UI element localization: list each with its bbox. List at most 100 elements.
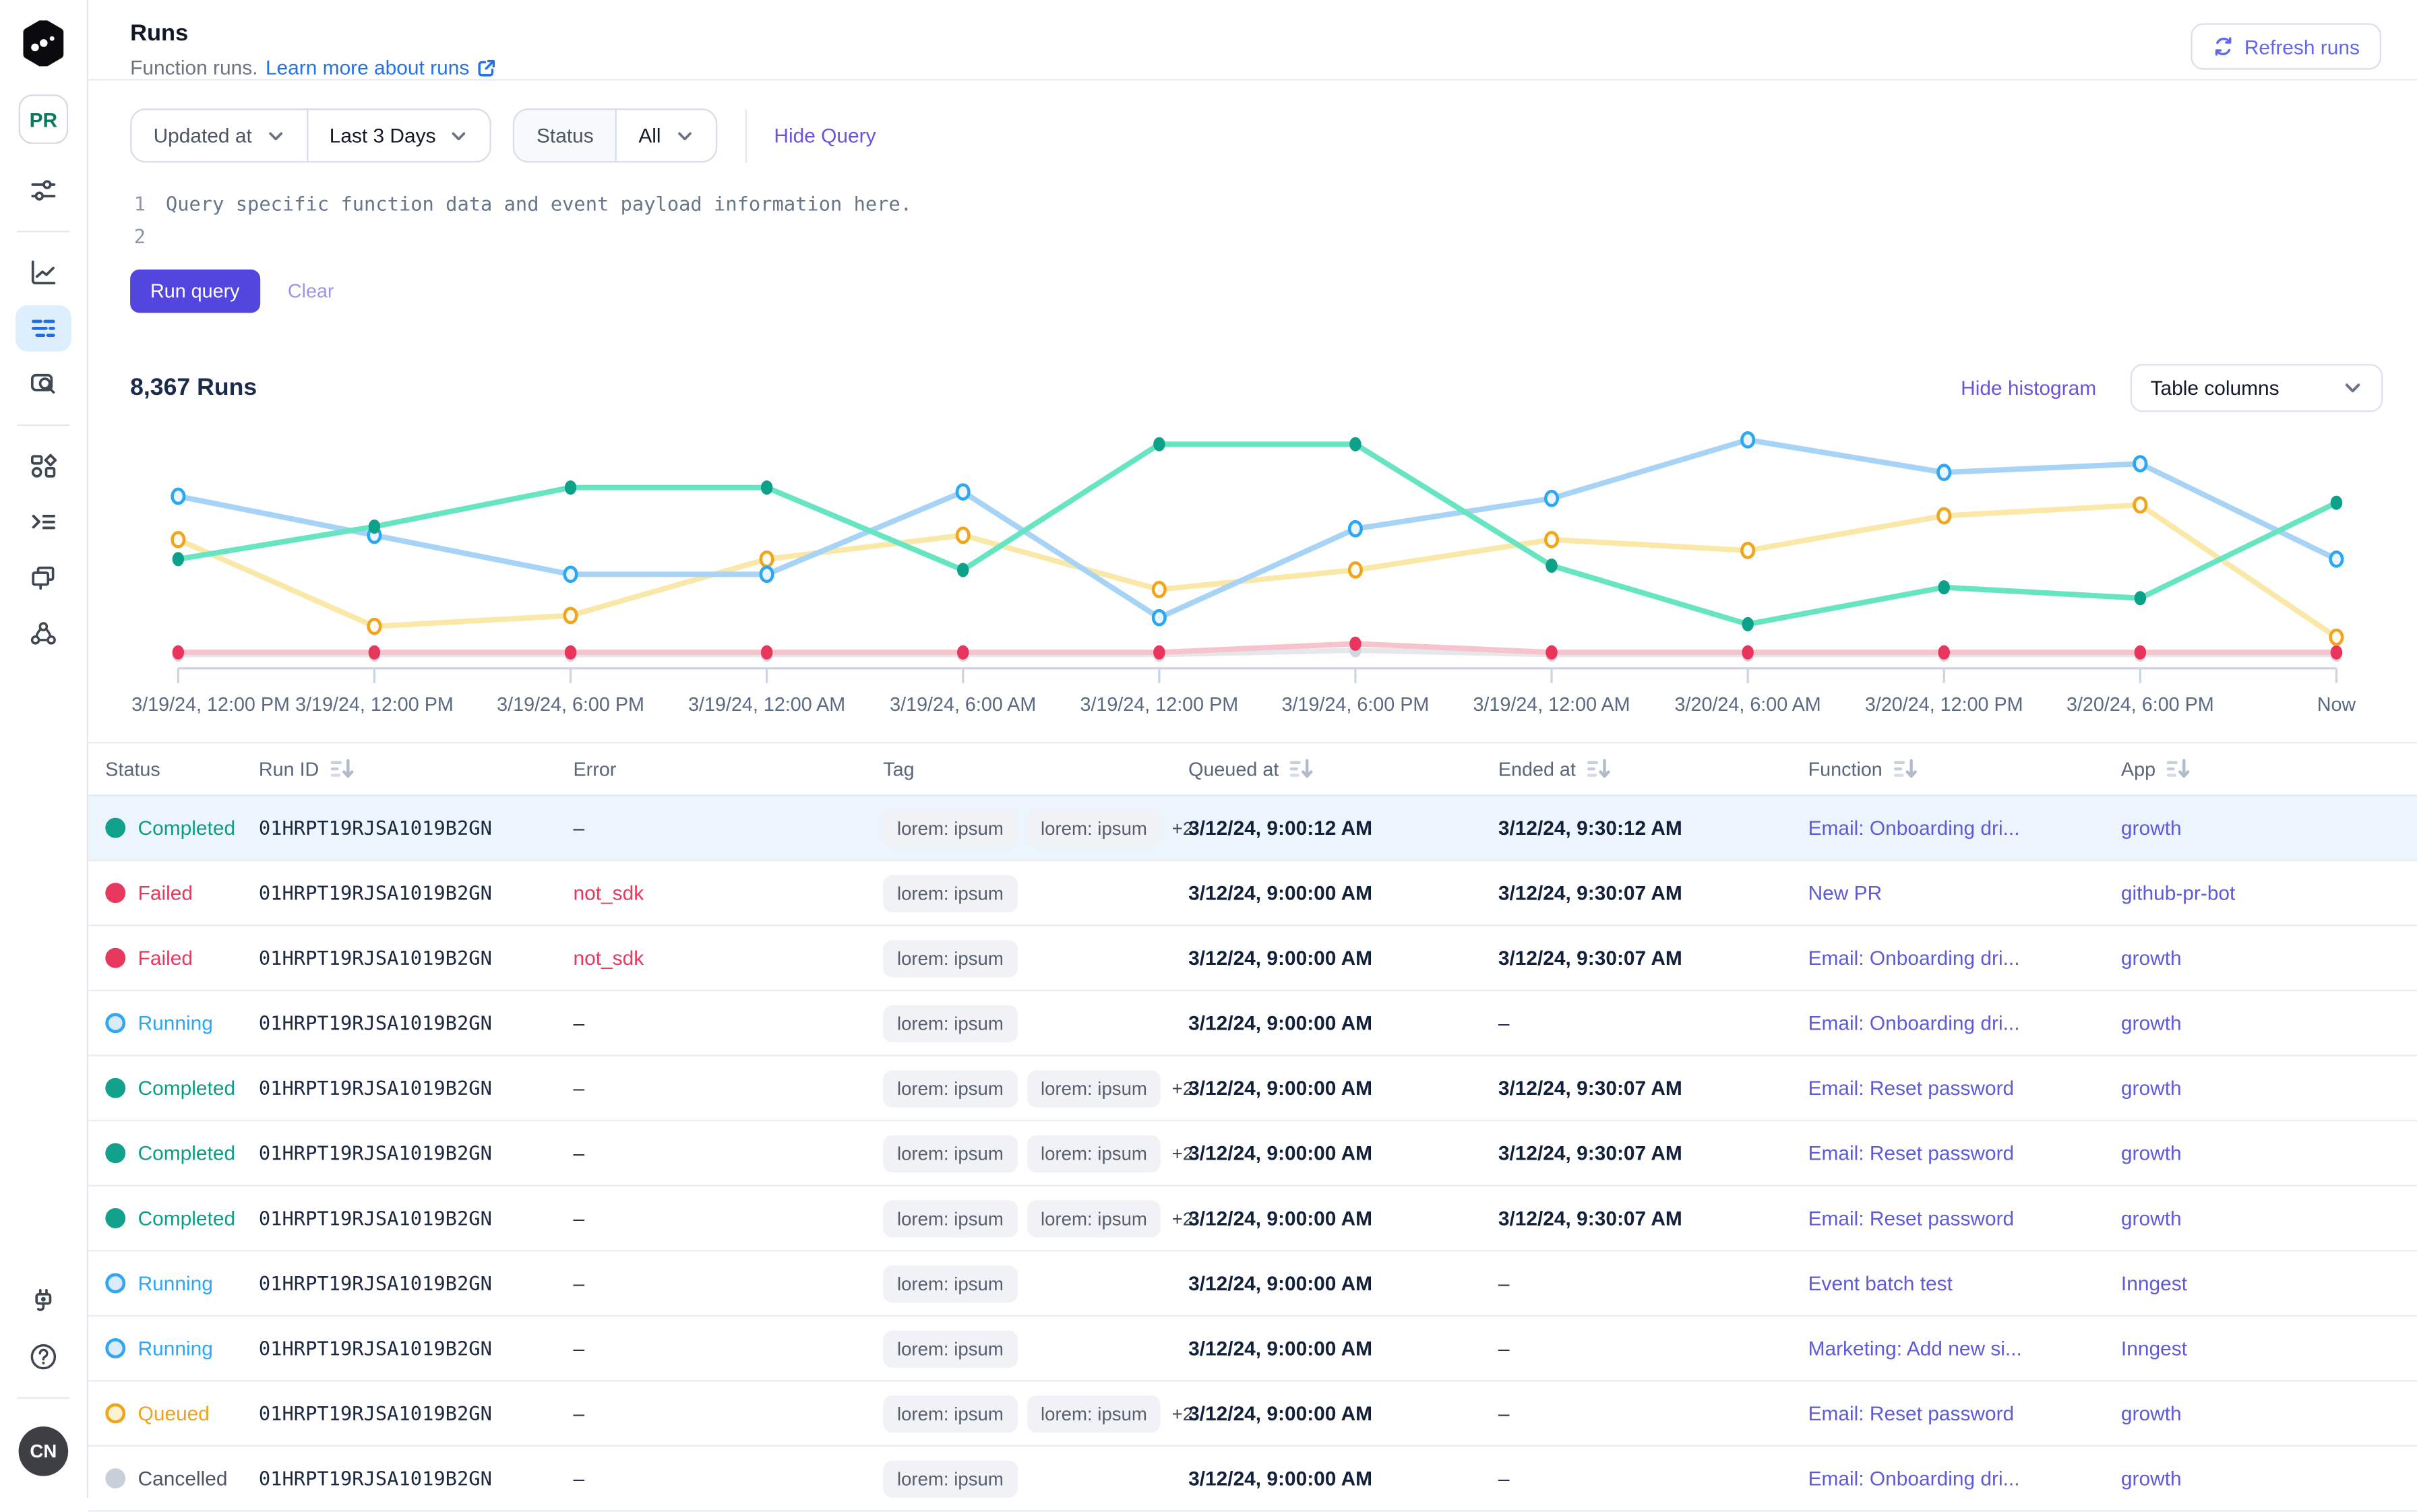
series-failed-point[interactable] xyxy=(1153,645,1165,660)
sort-icon[interactable] xyxy=(1893,757,1918,780)
table-row[interactable]: Queued 01HRPT19RJSA1019B2GN – lorem: ips… xyxy=(88,1381,2417,1447)
hide-query-link[interactable]: Hide Query xyxy=(774,124,876,147)
time-field-dropdown[interactable]: Updated at xyxy=(131,110,306,161)
series-failed-point[interactable] xyxy=(369,645,380,660)
series-running-point[interactable] xyxy=(761,567,772,581)
series-failed-point[interactable] xyxy=(1349,637,1361,651)
sidebar-item-integrations[interactable] xyxy=(16,1278,71,1324)
app-link[interactable]: growth xyxy=(2121,1401,2182,1424)
function-link[interactable]: Email: Reset password xyxy=(1808,1141,2015,1164)
run-query-button[interactable]: Run query xyxy=(130,270,259,313)
series-failed-point[interactable] xyxy=(173,645,184,660)
sidebar-item-help[interactable] xyxy=(16,1333,71,1380)
sort-icon[interactable] xyxy=(2166,757,2191,780)
sidebar-item-events[interactable] xyxy=(16,555,71,601)
sort-icon[interactable] xyxy=(1587,757,1612,780)
table-row[interactable]: Completed 01HRPT19RJSA1019B2GN – lorem: … xyxy=(88,1057,2417,1122)
function-link[interactable]: Email: Reset password xyxy=(1808,1207,2015,1230)
app-link[interactable]: growth xyxy=(2121,1077,2182,1100)
hide-histogram-link[interactable]: Hide histogram xyxy=(1961,377,2096,400)
column-header-ended-at[interactable]: Ended at xyxy=(1498,757,1808,780)
series-failed-point[interactable] xyxy=(957,645,969,660)
series-completed-point[interactable] xyxy=(565,480,576,495)
series-completed-point[interactable] xyxy=(761,480,772,495)
sort-icon[interactable] xyxy=(330,757,355,780)
clear-query-button[interactable]: Clear xyxy=(288,280,334,302)
series-running-point[interactable] xyxy=(1546,491,1557,505)
function-link[interactable]: Event batch test xyxy=(1808,1271,1953,1294)
series-completed-point[interactable] xyxy=(1349,437,1361,451)
workspace-badge[interactable]: PR xyxy=(19,94,69,144)
sidebar-item-runs[interactable] xyxy=(16,305,71,352)
series-failed-point[interactable] xyxy=(2331,645,2342,660)
series-queued-point[interactable] xyxy=(761,552,772,566)
series-queued-point[interactable] xyxy=(1349,563,1361,577)
series-failed-point[interactable] xyxy=(2135,645,2146,660)
series-queued-point[interactable] xyxy=(1546,532,1557,546)
series-completed-point[interactable] xyxy=(2331,496,2342,510)
series-running-point[interactable] xyxy=(1153,610,1165,625)
column-header-run-id[interactable]: Run ID xyxy=(259,757,574,780)
sidebar-item-settings[interactable] xyxy=(16,167,71,214)
series-running-point[interactable] xyxy=(1742,433,1753,447)
status-filter-dropdown[interactable]: All xyxy=(615,110,715,161)
series-failed-point[interactable] xyxy=(1938,645,1950,660)
app-link[interactable]: growth xyxy=(2121,1141,2182,1164)
series-queued-point[interactable] xyxy=(1153,582,1165,596)
function-link[interactable]: Email: Onboarding dri... xyxy=(1808,816,2020,839)
series-queued-point[interactable] xyxy=(173,532,184,546)
app-link[interactable]: growth xyxy=(2121,816,2182,839)
app-link[interactable]: growth xyxy=(2121,1467,2182,1490)
series-running-point[interactable] xyxy=(957,484,969,499)
function-link[interactable]: Email: Reset password xyxy=(1808,1401,2015,1424)
function-link[interactable]: Email: Onboarding dri... xyxy=(1808,1467,2020,1490)
table-row[interactable]: Failed 01HRPT19RJSA1019B2GN not_sdk lore… xyxy=(88,861,2417,926)
table-row[interactable]: Cancelled 01HRPT19RJSA1019B2GN – lorem: … xyxy=(88,1447,2417,1512)
sidebar-item-webhooks[interactable] xyxy=(16,610,71,657)
series-running-point[interactable] xyxy=(173,489,184,503)
function-link[interactable]: Email: Onboarding dri... xyxy=(1808,947,2020,970)
table-columns-select[interactable]: Table columns xyxy=(2131,364,2383,412)
series-queued-point[interactable] xyxy=(1938,509,1950,523)
series-queued-point[interactable] xyxy=(369,619,380,633)
user-avatar[interactable]: CN xyxy=(19,1426,69,1476)
refresh-runs-button[interactable]: Refresh runs xyxy=(2190,23,2381,69)
series-completed-point[interactable] xyxy=(1742,617,1753,631)
table-row[interactable]: Running 01HRPT19RJSA1019B2GN – lorem: ip… xyxy=(88,1251,2417,1317)
function-link[interactable]: Email: Onboarding dri... xyxy=(1808,1011,2020,1034)
series-running-point[interactable] xyxy=(565,567,576,581)
sidebar-item-search[interactable] xyxy=(16,361,71,408)
app-link[interactable]: growth xyxy=(2121,947,2182,970)
series-running-point[interactable] xyxy=(1938,466,1950,480)
inngest-logo[interactable] xyxy=(20,19,67,69)
sidebar-item-metrics[interactable] xyxy=(16,249,71,296)
table-row[interactable]: Running 01HRPT19RJSA1019B2GN – lorem: ip… xyxy=(88,991,2417,1057)
table-row[interactable]: Completed 01HRPT19RJSA1019B2GN – lorem: … xyxy=(88,1187,2417,1252)
series-completed-point[interactable] xyxy=(1153,437,1165,451)
series-running-point[interactable] xyxy=(2331,552,2342,566)
series-completed-point[interactable] xyxy=(173,552,184,566)
sort-icon[interactable] xyxy=(1289,757,1314,780)
app-link[interactable]: growth xyxy=(2121,1011,2182,1034)
time-range-dropdown[interactable]: Last 3 Days xyxy=(306,110,490,161)
series-failed-point[interactable] xyxy=(761,645,772,660)
series-queued-point[interactable] xyxy=(2331,630,2342,644)
series-completed-point[interactable] xyxy=(1546,559,1557,573)
series-queued-point[interactable] xyxy=(957,528,969,542)
table-row[interactable]: Completed 01HRPT19RJSA1019B2GN – lorem: … xyxy=(88,796,2417,862)
series-queued-point[interactable] xyxy=(565,608,576,623)
table-row[interactable]: Completed 01HRPT19RJSA1019B2GN – lorem: … xyxy=(88,1121,2417,1187)
series-running-point[interactable] xyxy=(2135,457,2146,471)
series-failed-point[interactable] xyxy=(1546,645,1557,660)
sidebar-item-apps[interactable] xyxy=(16,443,71,489)
series-completed-point[interactable] xyxy=(2135,591,2146,605)
series-completed-point[interactable] xyxy=(369,519,380,534)
table-row[interactable]: Failed 01HRPT19RJSA1019B2GN not_sdk lore… xyxy=(88,926,2417,992)
learn-more-link[interactable]: Learn more about runs xyxy=(266,56,497,79)
series-failed-point[interactable] xyxy=(565,645,576,660)
table-row[interactable]: Running 01HRPT19RJSA1019B2GN – lorem: ip… xyxy=(88,1317,2417,1382)
column-header-queued-at[interactable]: Queued at xyxy=(1188,757,1498,780)
function-link[interactable]: Marketing: Add new si... xyxy=(1808,1337,2022,1360)
query-editor[interactable]: 1 Query specific function data and event… xyxy=(88,162,2417,336)
function-link[interactable]: New PR xyxy=(1808,881,1883,904)
